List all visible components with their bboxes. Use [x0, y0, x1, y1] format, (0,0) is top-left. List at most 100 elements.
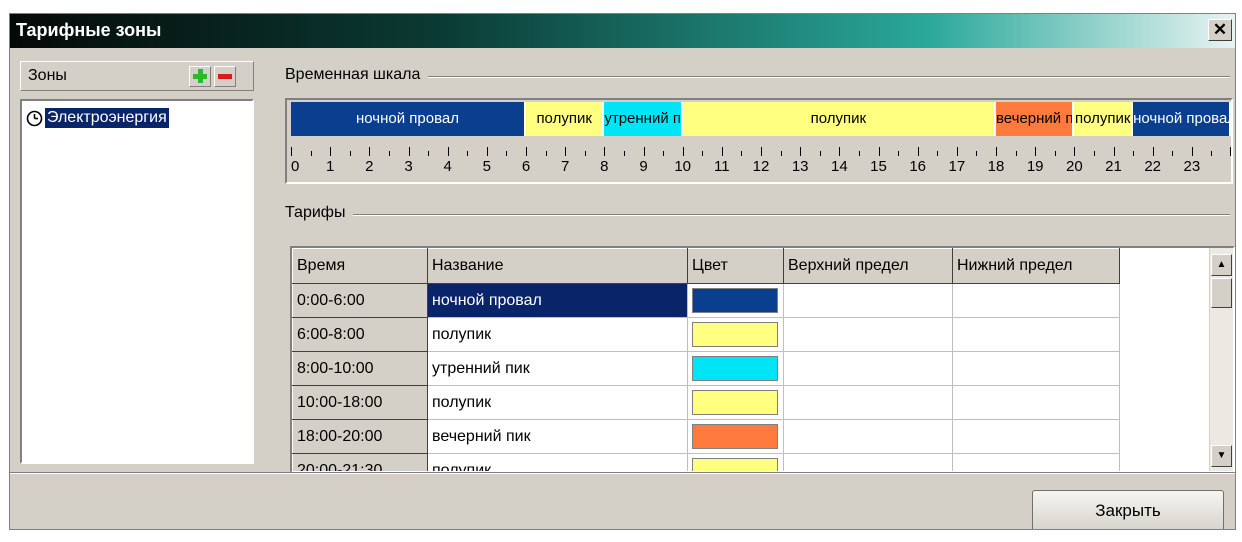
close-button[interactable]: Закрыть: [1032, 490, 1224, 529]
timeline-segment[interactable]: вечерний пик: [996, 102, 1075, 136]
vertical-scrollbar[interactable]: ▲ ▼: [1209, 248, 1233, 471]
timeline-hour-label: 12: [752, 158, 770, 175]
time-cell[interactable]: 18:00-20:00: [292, 419, 428, 454]
upper-limit-cell[interactable]: [783, 283, 953, 318]
timeline-tick: [1074, 147, 1076, 156]
tree-item-electricity[interactable]: Электроэнергия: [26, 107, 169, 129]
column-header-lower-limit[interactable]: Нижний предел: [952, 248, 1120, 284]
timeline-tick: [1191, 147, 1193, 156]
timeline-hour-label: 15: [870, 158, 887, 175]
timeline-segment[interactable]: полупик: [1074, 102, 1134, 136]
table-row[interactable]: 6:00-8:00 полупик: [292, 317, 1120, 352]
upper-limit-cell[interactable]: [783, 419, 953, 454]
zones-tree[interactable]: Электроэнергия: [20, 99, 254, 464]
timeline-tick: [623, 151, 625, 156]
timeline-tick: [1172, 151, 1174, 156]
timeline-tick: [349, 151, 351, 156]
timeline-tick: [1015, 151, 1017, 156]
timeline-segment[interactable]: полупик: [682, 102, 996, 136]
timeline-hour-label: 4: [443, 158, 452, 175]
lower-limit-cell[interactable]: [952, 385, 1120, 420]
name-cell[interactable]: ночной провал: [427, 283, 688, 318]
lower-limit-cell[interactable]: [952, 453, 1120, 471]
lower-limit-cell[interactable]: [952, 351, 1120, 386]
time-cell[interactable]: 6:00-8:00: [292, 317, 428, 352]
color-swatch: [692, 322, 778, 347]
color-cell[interactable]: [687, 283, 784, 318]
timeline-tick: [780, 151, 782, 156]
scroll-down-button[interactable]: ▼: [1211, 445, 1232, 467]
color-swatch: [692, 424, 778, 449]
timeline-hour-label: 20: [1065, 158, 1083, 175]
time-cell[interactable]: 20:00-21:30: [292, 453, 428, 471]
timeline-segment[interactable]: ночной провал: [291, 102, 526, 136]
timeline-segment[interactable]: ночной провал: [1133, 102, 1231, 136]
timeline-tick: [761, 147, 762, 156]
table-row[interactable]: 10:00-18:00 полупик: [292, 385, 1120, 420]
zones-label: Зоны: [28, 67, 67, 84]
timeline-tick: [1211, 151, 1213, 156]
color-cell[interactable]: [687, 385, 784, 420]
timeline-tick: [604, 147, 606, 156]
remove-zone-button[interactable]: [214, 66, 236, 87]
name-cell[interactable]: полупик: [427, 317, 688, 352]
timeline-hour-label: 10: [674, 158, 691, 175]
time-cell[interactable]: 8:00-10:00: [292, 351, 428, 386]
name-cell[interactable]: полупик: [427, 385, 688, 420]
color-cell[interactable]: [687, 453, 784, 471]
close-icon[interactable]: ✕: [1208, 19, 1232, 41]
timeline-tick: [663, 151, 665, 156]
timeline-tick: [526, 147, 527, 156]
timeline-tick: [486, 147, 488, 156]
timeline-tick: [291, 147, 292, 156]
name-cell[interactable]: полупик: [427, 453, 688, 471]
upper-limit-cell[interactable]: [783, 351, 953, 386]
scroll-thumb[interactable]: [1211, 278, 1232, 308]
timeline-tick: [917, 147, 919, 156]
timeline-tick: [800, 147, 802, 156]
column-header-name[interactable]: Название: [427, 248, 688, 284]
tariffs-grid[interactable]: Время Название Цвет Верхний предел Нижни…: [290, 246, 1235, 473]
timeline-segment[interactable]: утренний пик: [604, 102, 683, 136]
time-cell[interactable]: 0:00-6:00: [292, 283, 428, 318]
column-header-time[interactable]: Время: [292, 248, 428, 284]
timeline-hour-label: 14: [830, 158, 848, 175]
name-cell[interactable]: вечерний пик: [427, 419, 688, 454]
add-zone-button[interactable]: [189, 66, 211, 87]
timeline-hour-label: 18: [987, 158, 1005, 175]
table-row[interactable]: 8:00-10:00 утренний пик: [292, 351, 1120, 386]
color-swatch: [692, 288, 778, 313]
timeline-hour-label: 2: [365, 158, 374, 175]
timeline-tick: [1054, 151, 1056, 156]
color-cell[interactable]: [687, 351, 784, 386]
timeline-tick: [721, 147, 723, 156]
timeline-tick: [682, 147, 684, 156]
tariff-zones-dialog: Тарифные зоны ✕ Зоны Электроэнергия Врем…: [9, 13, 1236, 530]
timeline-segment[interactable]: полупик: [526, 102, 605, 136]
name-cell[interactable]: утренний пик: [427, 351, 688, 386]
timeline-tick: [839, 147, 841, 156]
scroll-up-button[interactable]: ▲: [1211, 254, 1232, 276]
tariffs-group-title: Тарифы: [285, 204, 354, 222]
color-cell[interactable]: [687, 317, 784, 352]
color-cell[interactable]: [687, 419, 784, 454]
column-header-color[interactable]: Цвет: [687, 248, 784, 284]
color-swatch: [692, 458, 778, 471]
timeline-hour-label: 11: [714, 158, 730, 175]
upper-limit-cell[interactable]: [783, 385, 953, 420]
lower-limit-cell[interactable]: [952, 419, 1120, 454]
time-cell[interactable]: 10:00-18:00: [292, 385, 428, 420]
timeline-tick: [1230, 147, 1231, 156]
lower-limit-cell[interactable]: [952, 283, 1120, 318]
column-header-upper-limit[interactable]: Верхний предел: [783, 248, 953, 284]
upper-limit-cell[interactable]: [783, 317, 953, 352]
timeline-tick: [369, 147, 371, 156]
timeline-segments: ночной провалполупикутренний пикполупикв…: [291, 102, 1231, 136]
table-row[interactable]: 18:00-20:00 вечерний пик: [292, 419, 1120, 454]
table-row[interactable]: 0:00-6:00 ночной провал: [292, 283, 1120, 318]
timeline[interactable]: ночной провалполупикутренний пикполупикв…: [285, 98, 1233, 184]
table-row[interactable]: 20:00-21:30 полупик: [292, 453, 1120, 471]
upper-limit-cell[interactable]: [783, 453, 953, 471]
lower-limit-cell[interactable]: [952, 317, 1120, 352]
timeline-tick: [937, 151, 939, 156]
